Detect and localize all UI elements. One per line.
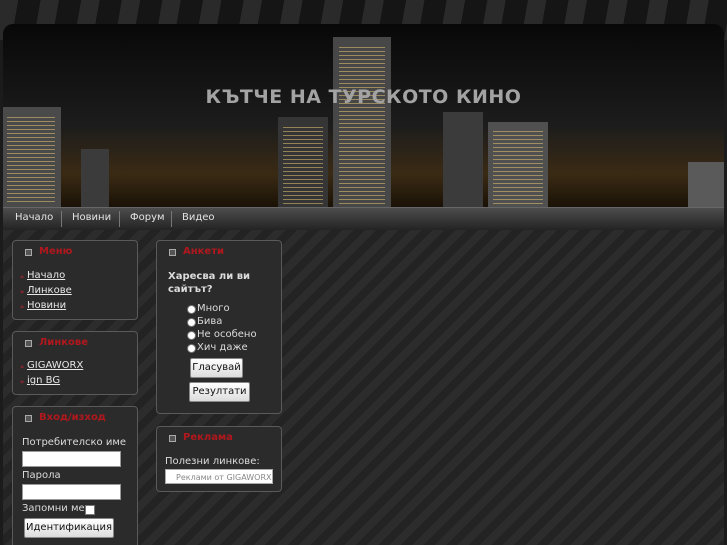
- building-windows: [7, 114, 55, 202]
- link-ign-bg[interactable]: ign BG: [27, 375, 60, 386]
- nav-separator: [61, 211, 62, 227]
- poll-radio-2[interactable]: [187, 318, 196, 327]
- building-windows: [493, 129, 543, 204]
- poll-question-line2: сайтът?: [168, 284, 213, 295]
- box-bullet-icon: [25, 249, 32, 256]
- links-box-title: Линкове: [39, 337, 88, 348]
- menu-box: Меню » Начало » Линкове » Новини: [12, 240, 138, 320]
- box-bullet-icon: [25, 340, 32, 347]
- building: [443, 112, 483, 207]
- password-input[interactable]: [22, 484, 121, 500]
- box-bullet-icon: [169, 435, 176, 442]
- content-area: Меню » Начало » Линкове » Новини Линкове…: [3, 230, 724, 545]
- arrow-icon: »: [20, 378, 25, 386]
- nav-item-video[interactable]: Видео: [182, 212, 215, 223]
- poll-option-2: Бива: [197, 316, 223, 327]
- main-nav: Начало Новини Форум Видео: [3, 207, 724, 231]
- menu-link-news[interactable]: Новини: [27, 300, 66, 311]
- nav-item-news[interactable]: Новини: [72, 212, 111, 223]
- poll-option-3: Не особено: [197, 329, 257, 340]
- poll-radio-1[interactable]: [187, 305, 196, 314]
- links-box: Линкове » GIGAWORX » ign BG: [12, 331, 138, 395]
- remember-checkbox[interactable]: [85, 505, 95, 515]
- menu-box-title: Меню: [39, 246, 73, 257]
- login-box: Вход/изход Потребителско име Парола Запо…: [12, 406, 138, 545]
- poll-option-1: Много: [197, 303, 230, 314]
- poll-box-title: Анкети: [183, 246, 225, 257]
- password-label: Парола: [22, 470, 61, 481]
- poll-radio-4[interactable]: [187, 344, 196, 353]
- arrow-icon: »: [20, 363, 25, 371]
- poll-question: Харесва ли ви: [168, 271, 251, 282]
- nav-item-home[interactable]: Начало: [15, 212, 53, 223]
- username-input[interactable]: [22, 451, 121, 467]
- poll-option-4: Хич даже: [197, 342, 248, 353]
- menu-link-links[interactable]: Линкове: [27, 285, 72, 296]
- site-title: КЪТЧЕ НА ТУРСКОТО КИНО: [205, 86, 522, 108]
- box-bullet-icon: [169, 249, 176, 256]
- ads-text: Полезни линкове:: [165, 456, 260, 467]
- ads-box-title: Реклама: [183, 432, 233, 443]
- nav-separator: [119, 211, 120, 227]
- link-gigaworx[interactable]: GIGAWORX: [27, 360, 83, 371]
- remember-label: Запомни ме: [22, 503, 85, 514]
- results-button[interactable]: Резултати: [189, 382, 250, 402]
- ad-banner[interactable]: Реклами от GIGAWORX: [165, 469, 273, 484]
- login-box-title: Вход/изход: [39, 412, 106, 423]
- page-frame: КЪТЧЕ НА ТУРСКОТО КИНО Начало Новини Фор…: [3, 24, 724, 545]
- nav-item-forum[interactable]: Форум: [130, 212, 165, 223]
- username-label: Потребителско име: [22, 437, 127, 448]
- building: [688, 162, 724, 207]
- login-button[interactable]: Идентификация: [24, 518, 114, 538]
- ads-box: Реклама Полезни линкове: Реклами от GIGA…: [156, 426, 282, 492]
- arrow-icon: »: [20, 273, 25, 281]
- menu-link-home[interactable]: Начало: [27, 270, 65, 281]
- building: [81, 149, 109, 207]
- arrow-icon: »: [20, 288, 25, 296]
- building-windows: [339, 44, 385, 204]
- building-windows: [283, 124, 323, 204]
- poll-box: Анкети Харесва ли ви сайтът? Много Бива …: [156, 240, 282, 414]
- box-bullet-icon: [25, 415, 32, 422]
- vote-button[interactable]: Гласувай: [190, 358, 243, 378]
- poll-radio-3[interactable]: [187, 331, 196, 340]
- nav-separator: [171, 211, 172, 227]
- arrow-icon: »: [20, 303, 25, 311]
- header-banner: КЪТЧЕ НА ТУРСКОТО КИНО: [3, 24, 724, 207]
